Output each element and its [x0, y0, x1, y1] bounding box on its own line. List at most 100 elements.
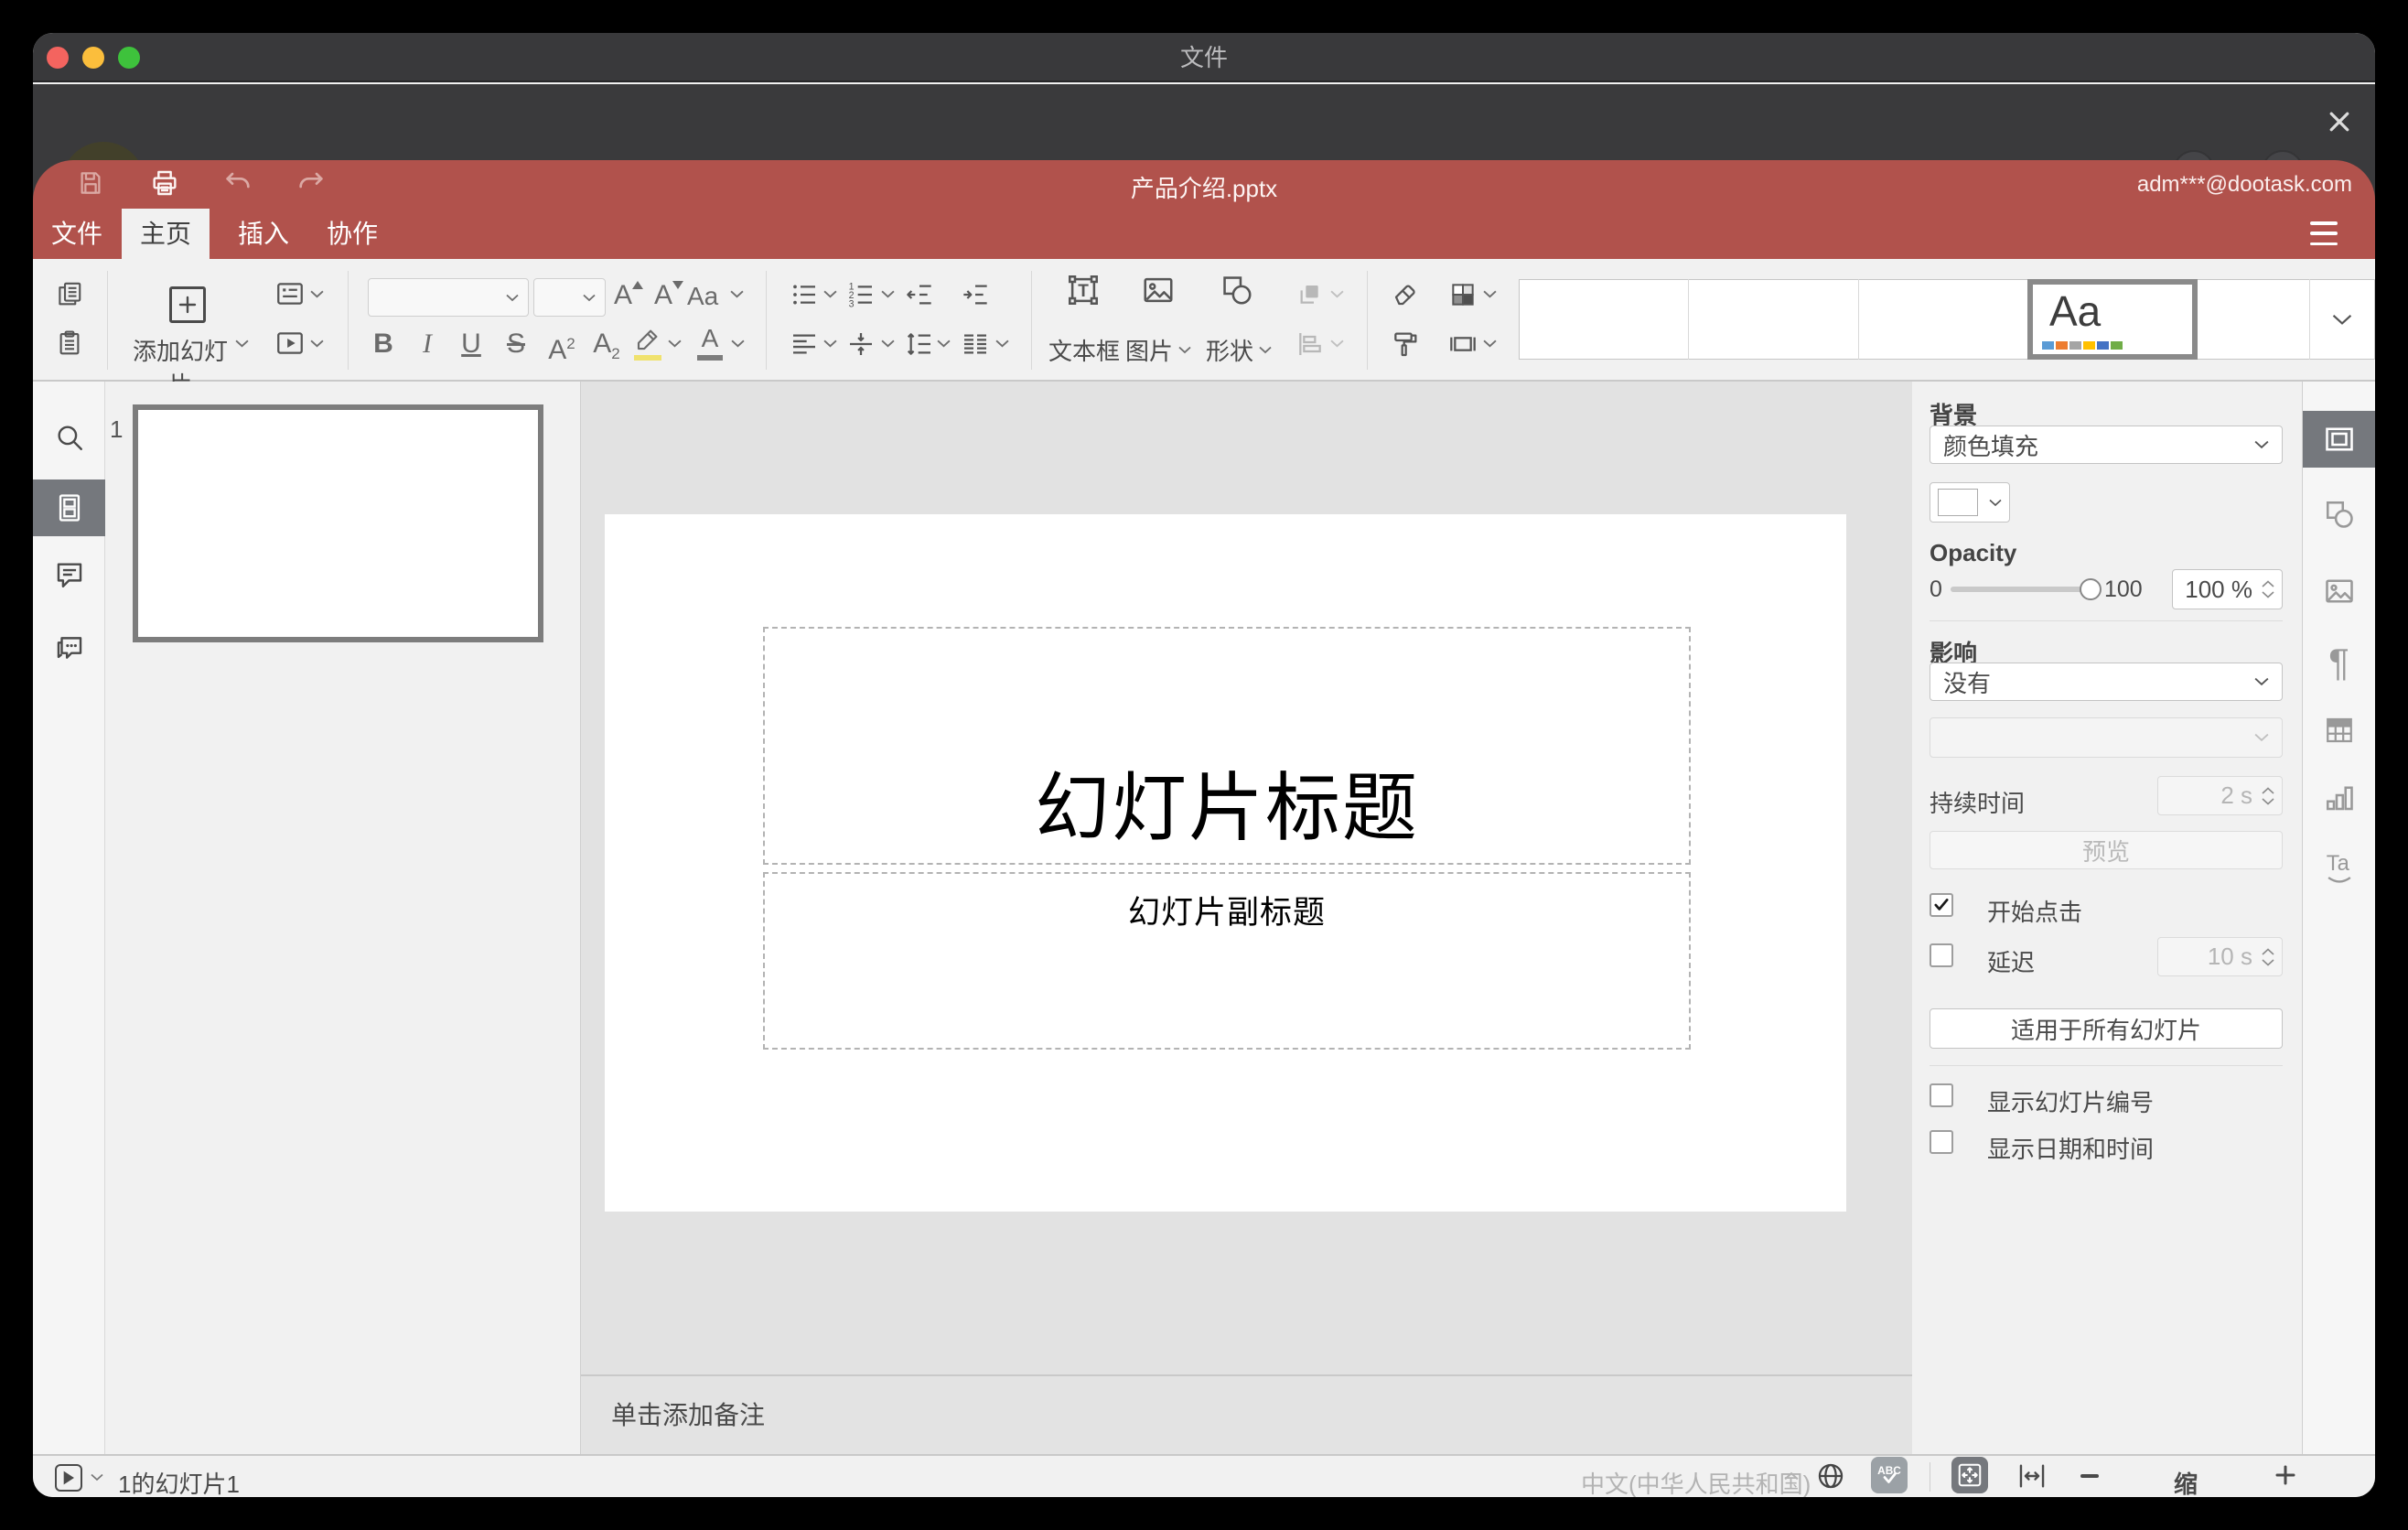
font-size-select[interactable]	[533, 278, 606, 317]
text-box-label[interactable]: 文本框	[1045, 333, 1123, 367]
show-slide-number-checkbox[interactable]	[1930, 1083, 1953, 1107]
chevron-down-icon[interactable]	[881, 290, 895, 298]
arrange-icon[interactable]	[1295, 280, 1325, 309]
opacity-input[interactable]: 100 %	[2172, 569, 2283, 609]
bold-button[interactable]: B	[367, 328, 400, 361]
menu-icon[interactable]	[2310, 221, 2338, 245]
theme-thumbnail-5[interactable]	[2198, 280, 2308, 359]
decrease-indent-icon[interactable]	[905, 280, 934, 309]
caret-up-icon[interactable]	[1784, 1471, 1799, 1481]
subtitle-placeholder[interactable]: 幻灯片副标题	[763, 872, 1691, 1050]
chevron-down-icon[interactable]	[1330, 290, 1344, 298]
close-icon[interactable]	[2325, 107, 2354, 136]
chevron-down-icon[interactable]	[91, 1473, 103, 1482]
spinner-icon[interactable]	[2262, 947, 2274, 966]
duration-input[interactable]: 2 s	[2157, 776, 2283, 815]
theme-thumbnail-selected[interactable]: Aa	[2027, 279, 2198, 360]
increase-indent-icon[interactable]	[961, 280, 990, 309]
horizontal-align-icon[interactable]	[790, 329, 819, 359]
clear-style-icon[interactable]	[1391, 280, 1420, 309]
strip-item-shape-settings[interactable]	[2303, 486, 2375, 543]
apply-to-all-slides-button[interactable]: 适用于所有幻灯片	[1930, 1008, 2283, 1049]
sidebar-item-comments[interactable]	[33, 546, 105, 603]
chevron-down-icon[interactable]	[668, 339, 682, 348]
show-date-checkbox[interactable]	[1930, 1130, 1953, 1154]
delay-input[interactable]: 10 s	[2157, 937, 2283, 976]
chevron-down-icon[interactable]	[310, 339, 324, 348]
font-color-icon[interactable]: A	[697, 324, 723, 361]
tab-file[interactable]: 文件	[42, 209, 112, 259]
strip-item-chart-settings[interactable]	[2303, 770, 2375, 826]
strip-item-textart-settings[interactable]: Ta	[2303, 839, 2375, 896]
italic-button[interactable]: I	[411, 328, 444, 361]
delay-checkbox[interactable]	[1930, 943, 1953, 967]
columns-icon[interactable]	[961, 329, 990, 359]
sidebar-item-search[interactable]	[33, 409, 105, 466]
fit-to-slide-button[interactable]	[1951, 1457, 1988, 1493]
spinner-icon[interactable]	[2262, 786, 2274, 805]
chevron-down-icon[interactable]	[235, 339, 249, 348]
change-case-button[interactable]: Aa	[687, 282, 718, 311]
fit-to-width-button[interactable]	[2016, 1460, 2048, 1492]
theme-thumbnail-2[interactable]	[1689, 280, 1857, 359]
slide-layout-icon[interactable]	[274, 278, 306, 309]
copy-style-icon[interactable]	[1391, 329, 1420, 359]
sidebar-item-slides[interactable]	[33, 479, 105, 536]
effect-select[interactable]: 没有	[1930, 663, 2283, 701]
tab-collaboration[interactable]: 协作	[308, 209, 396, 259]
chevron-down-icon[interactable]	[730, 290, 744, 298]
chevron-down-icon[interactable]	[823, 339, 837, 348]
underline-button[interactable]: U	[455, 328, 488, 361]
slide-size-icon[interactable]	[1448, 329, 1478, 359]
theme-gallery-expand-button[interactable]	[2310, 280, 2374, 359]
add-slide-button[interactable]	[169, 286, 206, 323]
fill-color-picker[interactable]	[1930, 482, 2010, 523]
theme-thumbnail-3[interactable]	[1859, 280, 2026, 359]
effect-type-select[interactable]	[1930, 717, 2283, 758]
strip-item-slide-settings[interactable]	[2303, 411, 2375, 468]
line-spacing-icon[interactable]	[905, 329, 934, 359]
font-name-select[interactable]	[368, 278, 529, 317]
strikeout-button[interactable]: S	[500, 328, 532, 361]
color-scheme-icon[interactable]	[1448, 280, 1478, 309]
chevron-down-icon[interactable]	[1330, 339, 1344, 348]
spellcheck-button[interactable]: ABC	[1871, 1457, 1908, 1493]
slide-thumbnail[interactable]	[133, 404, 543, 642]
sidebar-item-chat[interactable]	[33, 620, 105, 676]
chevron-down-icon[interactable]	[823, 290, 837, 298]
zoom-out-button[interactable]	[2080, 1474, 2099, 1478]
superscript-button[interactable]: A2	[542, 328, 582, 365]
subscript-button[interactable]: A2	[586, 328, 627, 362]
image-button[interactable]: 图片	[1122, 333, 1195, 367]
chevron-down-icon[interactable]	[1483, 290, 1497, 298]
start-on-click-checkbox[interactable]	[1930, 893, 1953, 917]
language-selector[interactable]: 中文(中华人民共和国)	[1581, 1466, 1811, 1497]
tab-insert[interactable]: 插入	[220, 209, 307, 259]
shape-button[interactable]: 形状	[1204, 333, 1274, 367]
theme-thumbnail-1[interactable]	[1520, 280, 1688, 359]
strip-item-table-settings[interactable]	[2303, 702, 2375, 759]
shape-icon[interactable]	[1220, 273, 1254, 307]
start-slideshow-button[interactable]	[55, 1464, 82, 1492]
chevron-down-icon[interactable]	[881, 339, 895, 348]
highlight-color-icon[interactable]	[634, 326, 661, 361]
tab-home[interactable]: 主页	[122, 209, 210, 259]
notes-area[interactable]: 单击添加备注	[581, 1374, 1912, 1454]
bullet-list-icon[interactable]	[790, 280, 819, 309]
text-box-icon[interactable]: T	[1066, 273, 1101, 307]
start-slideshow-icon[interactable]	[274, 328, 306, 359]
chevron-down-icon[interactable]	[731, 339, 745, 348]
spinner-icon[interactable]	[2262, 580, 2274, 598]
preview-button[interactable]: 预览	[1930, 831, 2283, 869]
zoom-in-button[interactable]	[2275, 1465, 2295, 1485]
chevron-down-icon[interactable]	[995, 339, 1009, 348]
paste-icon[interactable]	[56, 329, 83, 357]
align-objects-icon[interactable]	[1295, 329, 1325, 359]
image-icon[interactable]	[1141, 273, 1176, 307]
fill-type-select[interactable]: 颜色填充	[1930, 426, 2283, 464]
decrease-font-button[interactable]: A	[654, 280, 684, 311]
strip-item-image-settings[interactable]	[2303, 563, 2375, 620]
strip-item-paragraph-settings[interactable]: ¶	[2303, 634, 2375, 691]
increase-font-button[interactable]: A	[614, 280, 644, 311]
chevron-down-icon[interactable]	[937, 339, 951, 348]
